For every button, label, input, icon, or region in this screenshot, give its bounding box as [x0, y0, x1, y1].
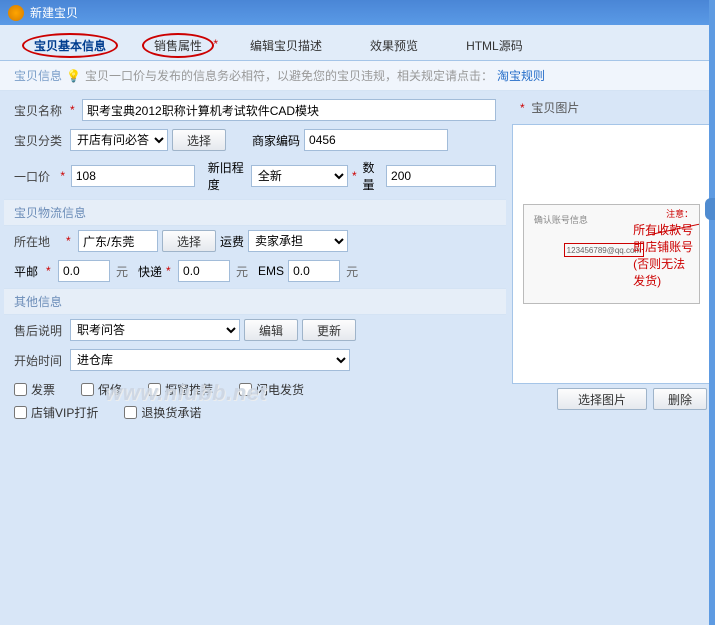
bulb-icon: 💡 — [66, 69, 81, 83]
select-image-button[interactable]: 选择图片 — [557, 388, 647, 410]
freight-select[interactable]: 卖家承担 — [248, 230, 348, 252]
title-bar: 新建宝贝 — [0, 0, 715, 25]
edit-button[interactable]: 编辑 — [244, 319, 298, 341]
image-thumbnail[interactable]: 确认账号信息 123456789@qq.com 注意： 所有收款号即店铺账号(否… — [523, 204, 700, 304]
image-section-title: * 宝贝图片 — [512, 95, 711, 120]
fast-checkbox-label[interactable]: 闪电发货 — [239, 381, 304, 398]
return-checkbox-label[interactable]: 退换货承诺 — [124, 404, 201, 421]
category-select-button[interactable]: 选择 — [172, 129, 226, 151]
location-select-button[interactable]: 选择 — [162, 230, 216, 252]
tab-html-source[interactable]: HTML源码 — [442, 31, 547, 60]
qty-label: 数量 — [363, 159, 383, 193]
surface-input[interactable] — [58, 260, 110, 282]
ems-label: EMS — [258, 264, 284, 278]
vendor-code-input[interactable] — [304, 129, 448, 151]
logistics-group-title: 宝贝物流信息 — [4, 199, 506, 226]
express-unit: 元 — [236, 263, 248, 280]
fast-checkbox[interactable] — [239, 383, 252, 396]
ems-input[interactable] — [288, 260, 340, 282]
qty-input[interactable] — [386, 165, 496, 187]
right-edge-decoration — [709, 0, 715, 625]
delete-image-button[interactable]: 删除 — [653, 388, 707, 410]
banner-text: 宝贝一口价与发布的信息务必相符，以避免您的宝贝违规，相关规定请点击： — [85, 67, 493, 84]
showcase-checkbox[interactable] — [148, 383, 161, 396]
name-label: 宝贝名称 — [14, 102, 66, 119]
other-group-title: 其他信息 — [4, 288, 506, 315]
return-checkbox[interactable] — [124, 406, 137, 419]
warranty-checkbox-label[interactable]: 保修 — [81, 381, 122, 398]
price-input[interactable] — [71, 165, 195, 187]
vip-checkbox-label[interactable]: 店铺VIP打折 — [14, 404, 98, 421]
condition-select[interactable]: 全新 — [251, 165, 348, 187]
showcase-checkbox-label[interactable]: 橱窗推荐 — [148, 381, 213, 398]
vip-checkbox[interactable] — [14, 406, 27, 419]
express-label: 快递 — [138, 263, 162, 280]
banner-label: 宝贝信息 — [14, 67, 62, 84]
name-input[interactable] — [82, 99, 496, 121]
right-edge-handle[interactable] — [705, 198, 715, 220]
invoice-checkbox[interactable] — [14, 383, 27, 396]
aftersale-label: 售后说明 — [14, 322, 66, 339]
right-column: * 宝贝图片 确认账号信息 123456789@qq.com 注意： 所有收款号… — [512, 95, 711, 427]
thumb-red-text: 所有收款号即店铺账号(否则无法发货) — [633, 221, 693, 289]
ems-unit: 元 — [346, 263, 358, 280]
thumb-title: 确认账号信息 — [534, 213, 588, 226]
main-area: 宝贝名称 * 宝贝分类 开店有问必答 选择 商家编码 一口价 * 新旧程度 全新… — [0, 91, 715, 431]
banner-link[interactable]: 淘宝规则 — [497, 67, 545, 84]
category-label: 宝贝分类 — [14, 132, 66, 149]
tab-strip: 宝贝基本信息 销售属性* 编辑宝贝描述 效果预览 HTML源码 — [0, 25, 715, 61]
invoice-checkbox-label[interactable]: 发票 — [14, 381, 55, 398]
info-banner: 宝贝信息 💡 宝贝一口价与发布的信息务必相符，以避免您的宝贝违规，相关规定请点击… — [0, 61, 715, 91]
location-input[interactable] — [78, 230, 158, 252]
thumb-highlight-box: 123456789@qq.com — [564, 243, 644, 257]
category-select[interactable]: 开店有问必答 — [70, 129, 168, 151]
aftersale-select[interactable]: 职考问答 — [70, 319, 240, 341]
freight-label: 运费 — [220, 233, 244, 250]
app-logo-icon — [8, 5, 24, 21]
surface-label: 平邮 — [14, 263, 42, 280]
express-input[interactable] — [178, 260, 230, 282]
tab-sales-attr[interactable]: 销售属性* — [130, 31, 226, 60]
starttime-label: 开始时间 — [14, 352, 66, 369]
surface-unit: 元 — [116, 263, 128, 280]
starttime-select[interactable]: 进仓库 — [70, 349, 350, 371]
vendor-code-label: 商家编码 — [252, 132, 300, 149]
image-preview-box: 确认账号信息 123456789@qq.com 注意： 所有收款号即店铺账号(否… — [512, 124, 711, 384]
refresh-button[interactable]: 更新 — [302, 319, 356, 341]
thumb-note: 注意： — [666, 207, 693, 220]
condition-label: 新旧程度 — [208, 159, 247, 193]
tab-edit-desc[interactable]: 编辑宝贝描述 — [226, 31, 346, 60]
price-label: 一口价 — [14, 168, 56, 185]
window-title: 新建宝贝 — [30, 4, 78, 21]
warranty-checkbox[interactable] — [81, 383, 94, 396]
tab-preview[interactable]: 效果预览 — [346, 31, 442, 60]
location-label: 所在地 — [14, 233, 62, 250]
tab-basic-info[interactable]: 宝贝基本信息 — [10, 31, 130, 60]
left-column: 宝贝名称 * 宝贝分类 开店有问必答 选择 商家编码 一口价 * 新旧程度 全新… — [4, 95, 506, 427]
